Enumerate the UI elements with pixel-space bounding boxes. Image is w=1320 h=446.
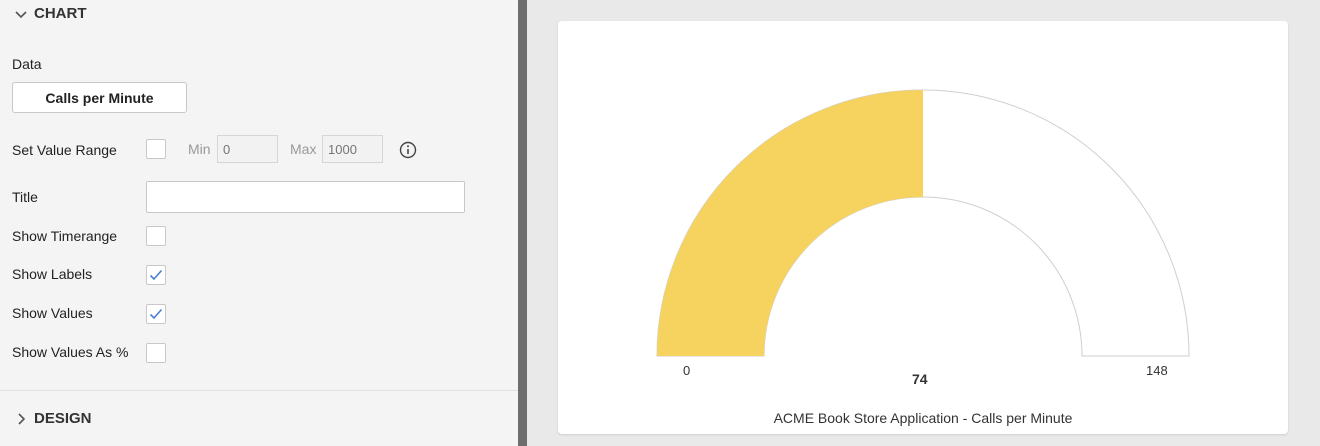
checkmark-icon [149,269,163,281]
preview-panel: 0 74 148 ACME Book Store Application - C… [527,0,1320,446]
gauge-min-label: 0 [683,363,691,378]
gauge-card: 0 74 148 ACME Book Store Application - C… [558,21,1288,434]
min-label: Min [188,141,211,157]
show-values-checkbox[interactable] [146,304,166,324]
data-label: Data [12,56,42,72]
chevron-right-icon [18,412,26,425]
title-input[interactable] [146,181,465,213]
set-value-range-checkbox[interactable] [146,139,166,159]
gauge-value-label: 74 [912,371,928,387]
show-labels-label: Show Labels [12,266,93,282]
min-input[interactable] [217,135,278,163]
max-input[interactable] [322,135,383,163]
gauge-max-label: 148 [1146,363,1168,378]
set-value-range-label: Set Value Range [12,142,117,158]
show-values-percent-checkbox[interactable] [146,343,166,363]
title-label: Title [12,189,38,205]
panel-resize-handle[interactable] [518,0,527,446]
design-section-header[interactable]: DESIGN [14,410,92,427]
chart-section-header[interactable]: CHART [14,5,87,22]
design-section-title: DESIGN [34,410,92,427]
data-source-button[interactable]: Calls per Minute [12,82,187,113]
show-timerange-label: Show Timerange [12,228,118,244]
settings-panel: CHART Data Calls per Minute Set Value Ra… [0,0,518,446]
gauge-caption: ACME Book Store Application - Calls per … [773,410,1073,426]
show-values-percent-label: Show Values As % [12,344,129,360]
chart-section-title: CHART [34,5,87,22]
checkmark-icon [149,308,163,320]
info-icon[interactable] [399,141,417,159]
show-values-label: Show Values [12,305,93,321]
max-label: Max [290,141,317,157]
section-divider [0,390,518,391]
show-labels-checkbox[interactable] [146,265,166,285]
show-timerange-checkbox[interactable] [146,226,166,246]
gauge-value-arc [657,90,923,356]
chevron-down-icon [15,10,27,18]
